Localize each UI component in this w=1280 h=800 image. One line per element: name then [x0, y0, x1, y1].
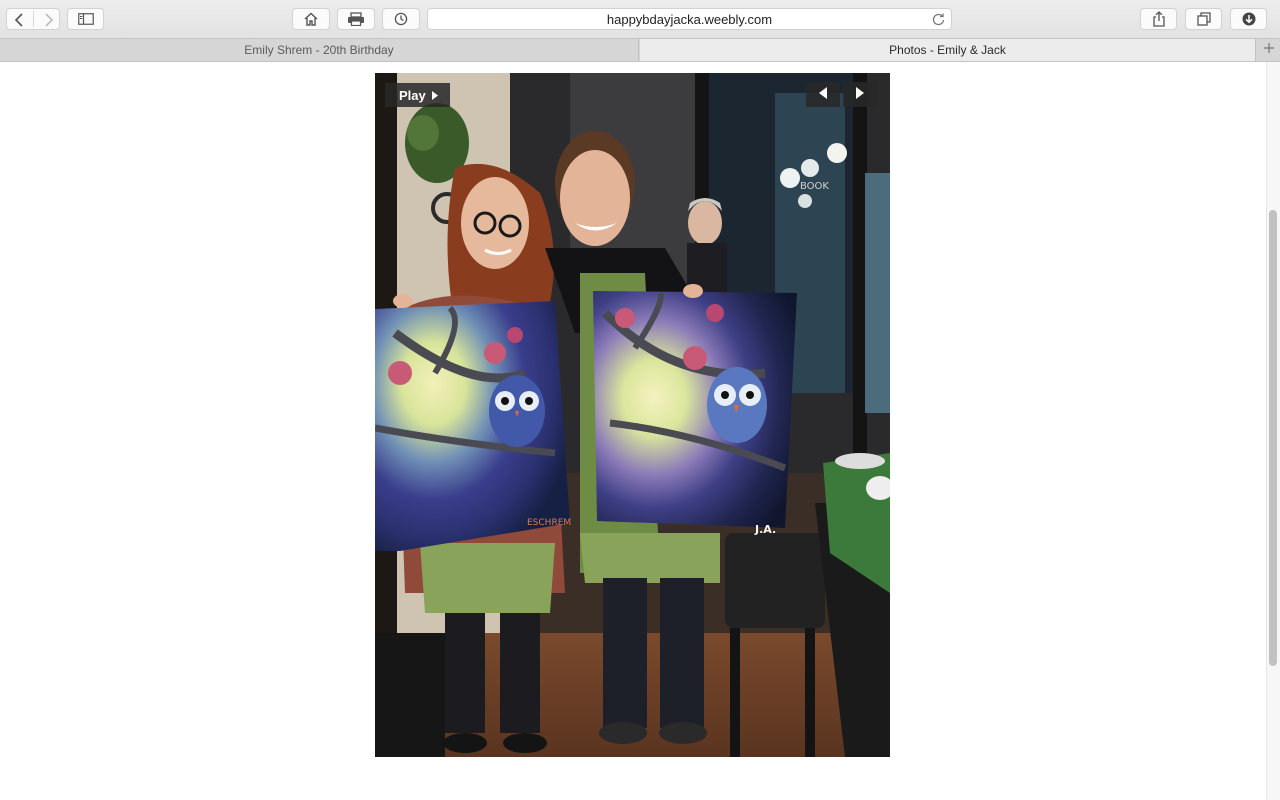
- right-owl-canvas: J.A.: [593, 291, 797, 536]
- reload-icon[interactable]: [932, 12, 945, 29]
- play-button[interactable]: Play: [385, 83, 450, 107]
- left-owl-canvas: ESCHREM: [375, 301, 571, 551]
- tab-emily-birthday[interactable]: Emily Shrem - 20th Birthday: [0, 39, 639, 61]
- tab-label: Photos - Emily & Jack: [889, 43, 1006, 57]
- url-text: happybdayjacka.weebly.com: [606, 11, 773, 27]
- downloads-icon: [1242, 12, 1256, 26]
- arrow-left-icon: [819, 86, 827, 104]
- next-photo-button[interactable]: [843, 82, 877, 107]
- new-tab-button[interactable]: [1257, 39, 1280, 61]
- play-label: Play: [399, 87, 426, 103]
- print-button[interactable]: [337, 8, 375, 30]
- slideshow-photo[interactable]: BOOK ESCHREM J.A. Play: [375, 73, 890, 757]
- sidebar-icon: [77, 13, 94, 25]
- navigation-buttons: [6, 8, 60, 30]
- previous-photo-button[interactable]: [806, 82, 840, 107]
- home-button[interactable]: [292, 8, 330, 30]
- tabs-overview-button[interactable]: [1185, 8, 1222, 30]
- photo-image: BOOK ESCHREM J.A.: [375, 73, 890, 757]
- back-icon[interactable]: [14, 13, 26, 27]
- play-icon: [431, 88, 438, 103]
- canvas-signature-right: J.A.: [754, 523, 776, 536]
- home-icon: [304, 12, 318, 26]
- sidebar-button[interactable]: [67, 8, 104, 30]
- forward-icon[interactable]: [42, 13, 54, 27]
- tab-bar: Emily Shrem - 20th Birthday Photos - Emi…: [0, 38, 1280, 62]
- share-icon: [1152, 11, 1166, 27]
- downloads-button[interactable]: [1230, 8, 1267, 30]
- tab-photos[interactable]: Photos - Emily & Jack: [640, 39, 1256, 61]
- tab-label: Emily Shrem - 20th Birthday: [244, 43, 394, 57]
- window-sign: BOOK: [800, 181, 829, 192]
- tabs-overview-icon: [1196, 12, 1211, 26]
- history-button[interactable]: [382, 8, 420, 30]
- new-tab-icon: [1263, 41, 1275, 59]
- browser-toolbar: happybdayjacka.weebly.com: [0, 0, 1280, 38]
- share-button[interactable]: [1140, 8, 1177, 30]
- address-bar[interactable]: happybdayjacka.weebly.com: [427, 8, 952, 30]
- history-icon: [394, 12, 408, 26]
- scrollbar-thumb[interactable]: [1269, 210, 1277, 666]
- canvas-signature-left: ESCHREM: [527, 518, 571, 528]
- arrow-right-icon: [856, 86, 864, 104]
- print-icon: [347, 12, 365, 26]
